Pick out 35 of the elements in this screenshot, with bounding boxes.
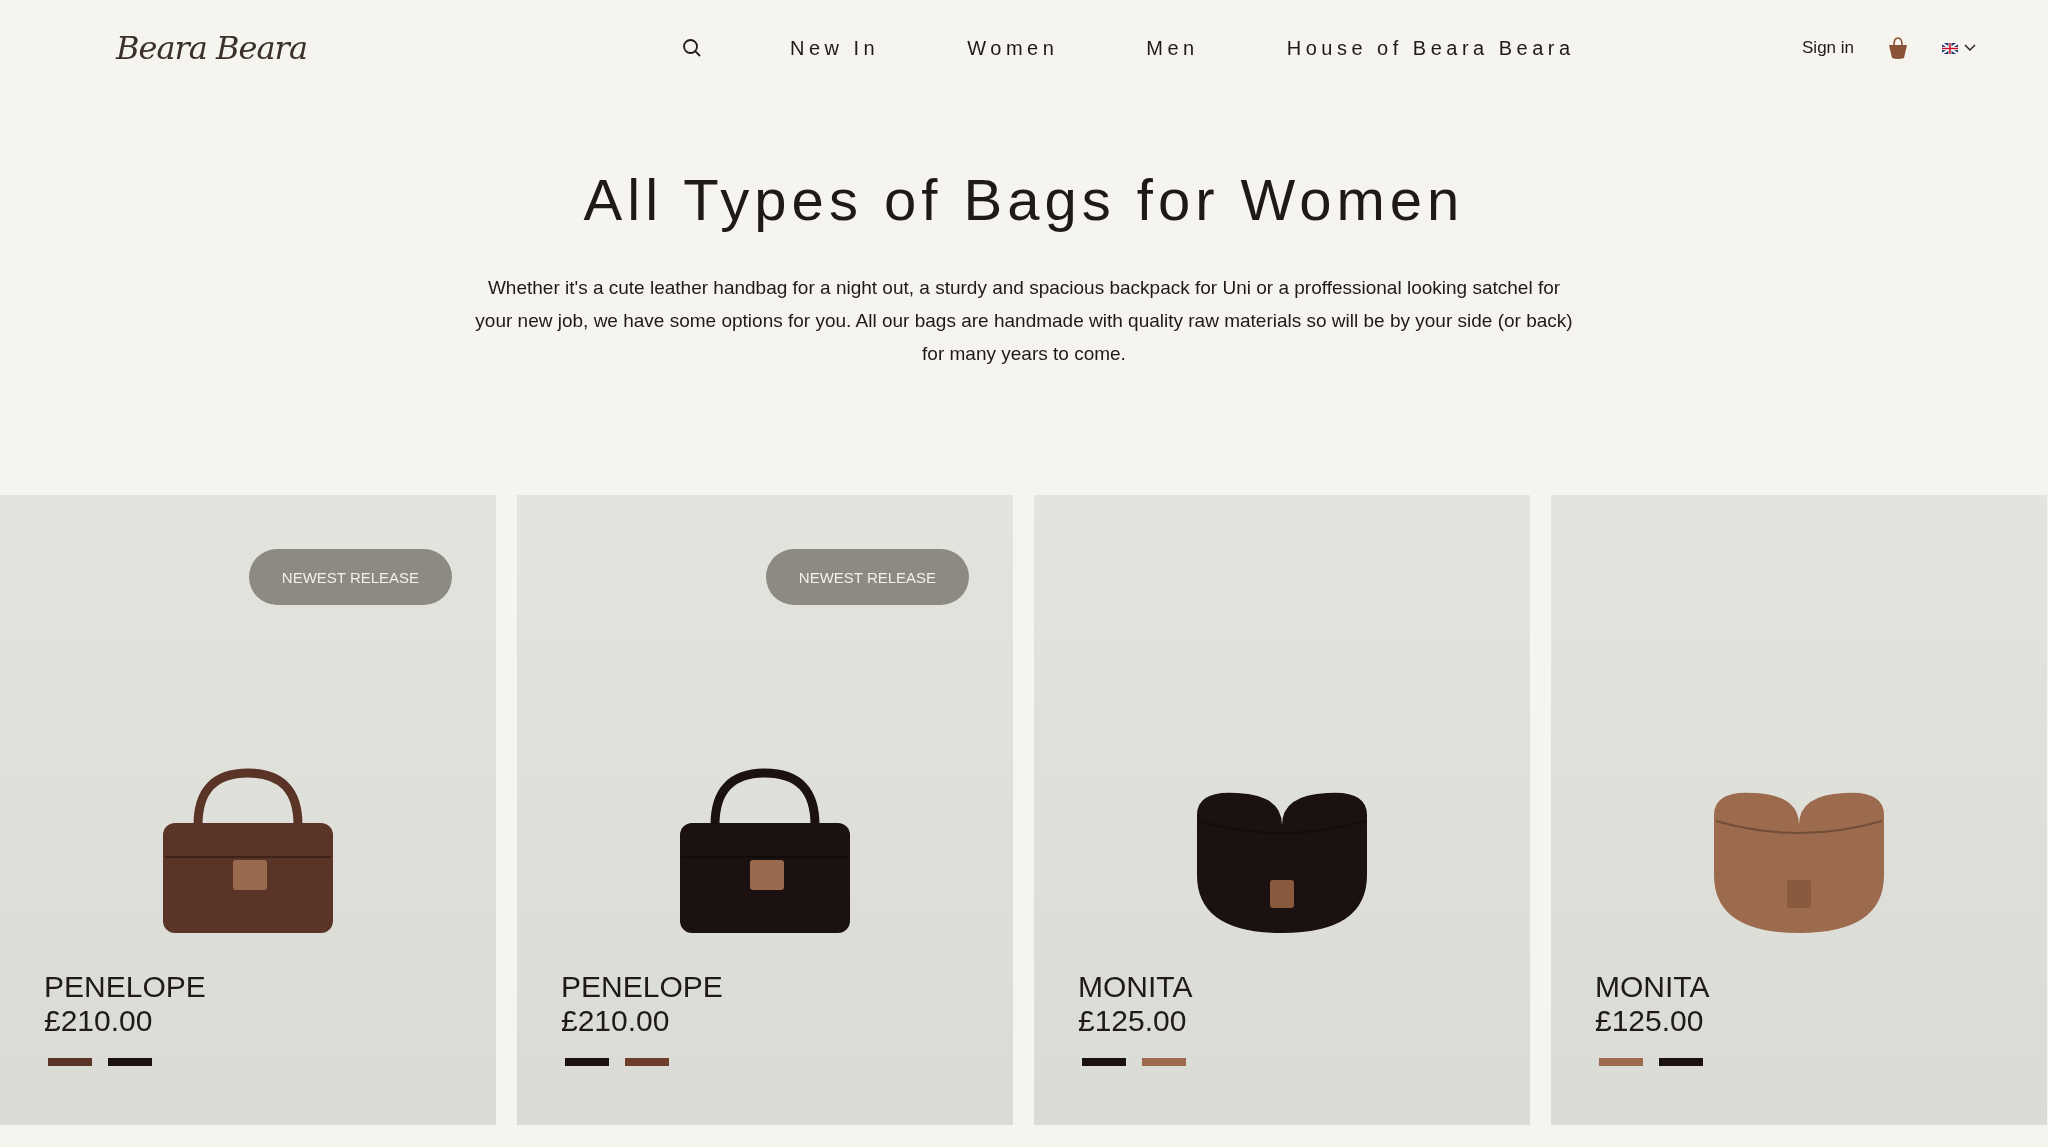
search-icon[interactable]	[682, 38, 702, 58]
product-price: £210.00	[44, 1004, 154, 1038]
newest-release-badge: NEWEST RELEASE	[249, 549, 452, 605]
newest-release-badge: NEWEST RELEASE	[766, 549, 969, 605]
chevron-down-icon	[1964, 44, 1976, 52]
color-swatch[interactable]	[1599, 1058, 1643, 1066]
sign-in-link[interactable]: Sign in	[1802, 38, 1854, 58]
product-price: £125.00	[1595, 1004, 1705, 1038]
product-card[interactable]: NEWEST RELEASE PENELOPE £210.00	[0, 495, 496, 1125]
product-name: MONITA	[1595, 970, 1711, 1004]
color-swatch[interactable]	[1082, 1058, 1126, 1066]
color-swatch[interactable]	[1142, 1058, 1186, 1066]
color-swatch[interactable]	[1659, 1058, 1703, 1066]
color-swatch[interactable]	[48, 1058, 92, 1066]
color-swatch[interactable]	[625, 1058, 669, 1066]
product-name: MONITA	[1078, 970, 1194, 1004]
product-card[interactable]: MONITA £125.00	[1551, 495, 2047, 1125]
brand-logo[interactable]: Beara Beara	[116, 29, 416, 67]
nav-link[interactable]: Men	[1146, 36, 1199, 60]
nav-link[interactable]: House of Beara Beara	[1286, 36, 1575, 60]
nav-link[interactable]: New In	[790, 36, 880, 60]
bag-icon[interactable]	[1888, 36, 1908, 60]
nav-link[interactable]: Women	[967, 36, 1059, 60]
product-card[interactable]: NEWEST RELEASE PENELOPE £210.00	[517, 495, 1013, 1125]
product-name: PENELOPE	[561, 970, 724, 1004]
intro-paragraph: Whether it's a cute leather handbag for a night out, a sturdy and spacious backpack for Uni or a proffessional looking satchel for your new job, we have some options for you. All our bags are handmade with quality raw materials so will be by your side (or back) for many years to come.	[474, 276, 1574, 366]
color-swatch[interactable]	[108, 1058, 152, 1066]
product-price: £210.00	[561, 1004, 671, 1038]
flag-icon	[1942, 42, 1958, 54]
page-title: All Types of Bags for Women	[582, 166, 1466, 233]
product-name: PENELOPE	[44, 970, 207, 1004]
language-selector[interactable]	[1942, 42, 1976, 54]
product-card[interactable]: MONITA £125.00	[1034, 495, 1530, 1125]
color-swatch[interactable]	[565, 1058, 609, 1066]
product-price: £125.00	[1078, 1004, 1188, 1038]
